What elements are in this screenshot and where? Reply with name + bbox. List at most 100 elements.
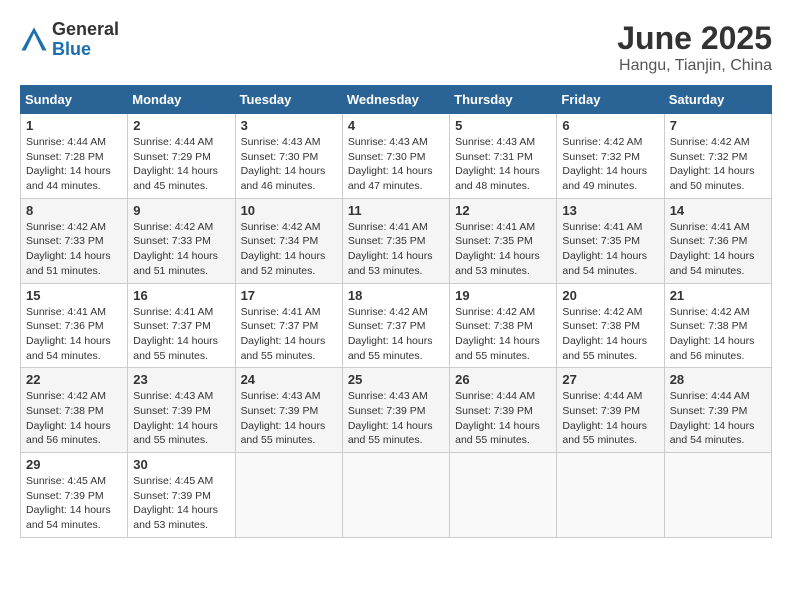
calendar-day-1: 1 Sunrise: 4:44 AM Sunset: 7:28 PM Dayli… bbox=[21, 114, 128, 199]
day-number: 4 bbox=[348, 118, 444, 133]
day-info: Sunrise: 4:42 AM Sunset: 7:37 PM Dayligh… bbox=[348, 305, 444, 364]
calendar-day-15: 15 Sunrise: 4:41 AM Sunset: 7:36 PM Dayl… bbox=[21, 283, 128, 368]
day-number: 1 bbox=[26, 118, 122, 133]
day-info: Sunrise: 4:42 AM Sunset: 7:33 PM Dayligh… bbox=[133, 220, 229, 279]
header-saturday: Saturday bbox=[664, 86, 771, 114]
day-info: Sunrise: 4:44 AM Sunset: 7:28 PM Dayligh… bbox=[26, 135, 122, 194]
empty-cell bbox=[664, 453, 771, 538]
day-number: 12 bbox=[455, 203, 551, 218]
day-info: Sunrise: 4:41 AM Sunset: 7:36 PM Dayligh… bbox=[26, 305, 122, 364]
calendar-day-14: 14 Sunrise: 4:41 AM Sunset: 7:36 PM Dayl… bbox=[664, 198, 771, 283]
day-info: Sunrise: 4:44 AM Sunset: 7:39 PM Dayligh… bbox=[562, 389, 658, 448]
empty-cell bbox=[450, 453, 557, 538]
calendar-table: SundayMondayTuesdayWednesdayThursdayFrid… bbox=[20, 85, 772, 538]
day-info: Sunrise: 4:43 AM Sunset: 7:30 PM Dayligh… bbox=[348, 135, 444, 194]
logo-general: General bbox=[52, 20, 119, 40]
day-info: Sunrise: 4:42 AM Sunset: 7:38 PM Dayligh… bbox=[670, 305, 766, 364]
day-info: Sunrise: 4:45 AM Sunset: 7:39 PM Dayligh… bbox=[26, 474, 122, 533]
title-block: June 2025 Hangu, Tianjin, China bbox=[617, 20, 772, 75]
day-info: Sunrise: 4:42 AM Sunset: 7:38 PM Dayligh… bbox=[562, 305, 658, 364]
header-sunday: Sunday bbox=[21, 86, 128, 114]
calendar-day-30: 30 Sunrise: 4:45 AM Sunset: 7:39 PM Dayl… bbox=[128, 453, 235, 538]
logo-blue: Blue bbox=[52, 40, 119, 60]
day-number: 23 bbox=[133, 372, 229, 387]
empty-cell bbox=[235, 453, 342, 538]
empty-cell bbox=[557, 453, 664, 538]
logo-text: General Blue bbox=[52, 20, 119, 60]
calendar-day-20: 20 Sunrise: 4:42 AM Sunset: 7:38 PM Dayl… bbox=[557, 283, 664, 368]
day-info: Sunrise: 4:43 AM Sunset: 7:39 PM Dayligh… bbox=[133, 389, 229, 448]
day-info: Sunrise: 4:41 AM Sunset: 7:35 PM Dayligh… bbox=[348, 220, 444, 279]
day-info: Sunrise: 4:42 AM Sunset: 7:38 PM Dayligh… bbox=[455, 305, 551, 364]
calendar-day-12: 12 Sunrise: 4:41 AM Sunset: 7:35 PM Dayl… bbox=[450, 198, 557, 283]
calendar-week-5: 29 Sunrise: 4:45 AM Sunset: 7:39 PM Dayl… bbox=[21, 453, 772, 538]
header-monday: Monday bbox=[128, 86, 235, 114]
day-number: 29 bbox=[26, 457, 122, 472]
calendar-week-4: 22 Sunrise: 4:42 AM Sunset: 7:38 PM Dayl… bbox=[21, 368, 772, 453]
day-number: 24 bbox=[241, 372, 337, 387]
day-info: Sunrise: 4:44 AM Sunset: 7:29 PM Dayligh… bbox=[133, 135, 229, 194]
calendar-day-3: 3 Sunrise: 4:43 AM Sunset: 7:30 PM Dayli… bbox=[235, 114, 342, 199]
day-number: 2 bbox=[133, 118, 229, 133]
day-info: Sunrise: 4:44 AM Sunset: 7:39 PM Dayligh… bbox=[455, 389, 551, 448]
day-number: 15 bbox=[26, 288, 122, 303]
day-number: 22 bbox=[26, 372, 122, 387]
day-number: 26 bbox=[455, 372, 551, 387]
calendar-day-4: 4 Sunrise: 4:43 AM Sunset: 7:30 PM Dayli… bbox=[342, 114, 449, 199]
day-info: Sunrise: 4:43 AM Sunset: 7:39 PM Dayligh… bbox=[241, 389, 337, 448]
calendar-day-25: 25 Sunrise: 4:43 AM Sunset: 7:39 PM Dayl… bbox=[342, 368, 449, 453]
logo-icon bbox=[20, 26, 48, 54]
calendar-day-26: 26 Sunrise: 4:44 AM Sunset: 7:39 PM Dayl… bbox=[450, 368, 557, 453]
calendar-day-22: 22 Sunrise: 4:42 AM Sunset: 7:38 PM Dayl… bbox=[21, 368, 128, 453]
calendar-day-19: 19 Sunrise: 4:42 AM Sunset: 7:38 PM Dayl… bbox=[450, 283, 557, 368]
calendar-week-2: 8 Sunrise: 4:42 AM Sunset: 7:33 PM Dayli… bbox=[21, 198, 772, 283]
header-thursday: Thursday bbox=[450, 86, 557, 114]
empty-cell bbox=[342, 453, 449, 538]
calendar-day-8: 8 Sunrise: 4:42 AM Sunset: 7:33 PM Dayli… bbox=[21, 198, 128, 283]
logo: General Blue bbox=[20, 20, 119, 60]
day-number: 20 bbox=[562, 288, 658, 303]
calendar-day-28: 28 Sunrise: 4:44 AM Sunset: 7:39 PM Dayl… bbox=[664, 368, 771, 453]
day-number: 16 bbox=[133, 288, 229, 303]
calendar-day-9: 9 Sunrise: 4:42 AM Sunset: 7:33 PM Dayli… bbox=[128, 198, 235, 283]
calendar-day-18: 18 Sunrise: 4:42 AM Sunset: 7:37 PM Dayl… bbox=[342, 283, 449, 368]
page-header: General Blue June 2025 Hangu, Tianjin, C… bbox=[20, 20, 772, 75]
calendar-day-10: 10 Sunrise: 4:42 AM Sunset: 7:34 PM Dayl… bbox=[235, 198, 342, 283]
day-number: 14 bbox=[670, 203, 766, 218]
day-info: Sunrise: 4:42 AM Sunset: 7:34 PM Dayligh… bbox=[241, 220, 337, 279]
calendar-day-27: 27 Sunrise: 4:44 AM Sunset: 7:39 PM Dayl… bbox=[557, 368, 664, 453]
calendar-week-1: 1 Sunrise: 4:44 AM Sunset: 7:28 PM Dayli… bbox=[21, 114, 772, 199]
calendar-day-2: 2 Sunrise: 4:44 AM Sunset: 7:29 PM Dayli… bbox=[128, 114, 235, 199]
day-number: 8 bbox=[26, 203, 122, 218]
calendar-day-23: 23 Sunrise: 4:43 AM Sunset: 7:39 PM Dayl… bbox=[128, 368, 235, 453]
day-number: 30 bbox=[133, 457, 229, 472]
day-number: 3 bbox=[241, 118, 337, 133]
day-info: Sunrise: 4:44 AM Sunset: 7:39 PM Dayligh… bbox=[670, 389, 766, 448]
day-info: Sunrise: 4:43 AM Sunset: 7:30 PM Dayligh… bbox=[241, 135, 337, 194]
location: Hangu, Tianjin, China bbox=[617, 57, 772, 75]
day-number: 28 bbox=[670, 372, 766, 387]
day-info: Sunrise: 4:42 AM Sunset: 7:38 PM Dayligh… bbox=[26, 389, 122, 448]
day-info: Sunrise: 4:41 AM Sunset: 7:37 PM Dayligh… bbox=[241, 305, 337, 364]
day-number: 27 bbox=[562, 372, 658, 387]
day-info: Sunrise: 4:42 AM Sunset: 7:32 PM Dayligh… bbox=[562, 135, 658, 194]
day-number: 25 bbox=[348, 372, 444, 387]
day-info: Sunrise: 4:41 AM Sunset: 7:35 PM Dayligh… bbox=[562, 220, 658, 279]
calendar-day-13: 13 Sunrise: 4:41 AM Sunset: 7:35 PM Dayl… bbox=[557, 198, 664, 283]
header-wednesday: Wednesday bbox=[342, 86, 449, 114]
day-info: Sunrise: 4:42 AM Sunset: 7:32 PM Dayligh… bbox=[670, 135, 766, 194]
header-friday: Friday bbox=[557, 86, 664, 114]
calendar-day-11: 11 Sunrise: 4:41 AM Sunset: 7:35 PM Dayl… bbox=[342, 198, 449, 283]
day-number: 19 bbox=[455, 288, 551, 303]
calendar-week-3: 15 Sunrise: 4:41 AM Sunset: 7:36 PM Dayl… bbox=[21, 283, 772, 368]
day-number: 21 bbox=[670, 288, 766, 303]
day-number: 11 bbox=[348, 203, 444, 218]
day-number: 5 bbox=[455, 118, 551, 133]
day-number: 9 bbox=[133, 203, 229, 218]
calendar-day-29: 29 Sunrise: 4:45 AM Sunset: 7:39 PM Dayl… bbox=[21, 453, 128, 538]
day-info: Sunrise: 4:41 AM Sunset: 7:36 PM Dayligh… bbox=[670, 220, 766, 279]
calendar-header-row: SundayMondayTuesdayWednesdayThursdayFrid… bbox=[21, 86, 772, 114]
calendar-day-21: 21 Sunrise: 4:42 AM Sunset: 7:38 PM Dayl… bbox=[664, 283, 771, 368]
day-number: 13 bbox=[562, 203, 658, 218]
calendar-day-7: 7 Sunrise: 4:42 AM Sunset: 7:32 PM Dayli… bbox=[664, 114, 771, 199]
